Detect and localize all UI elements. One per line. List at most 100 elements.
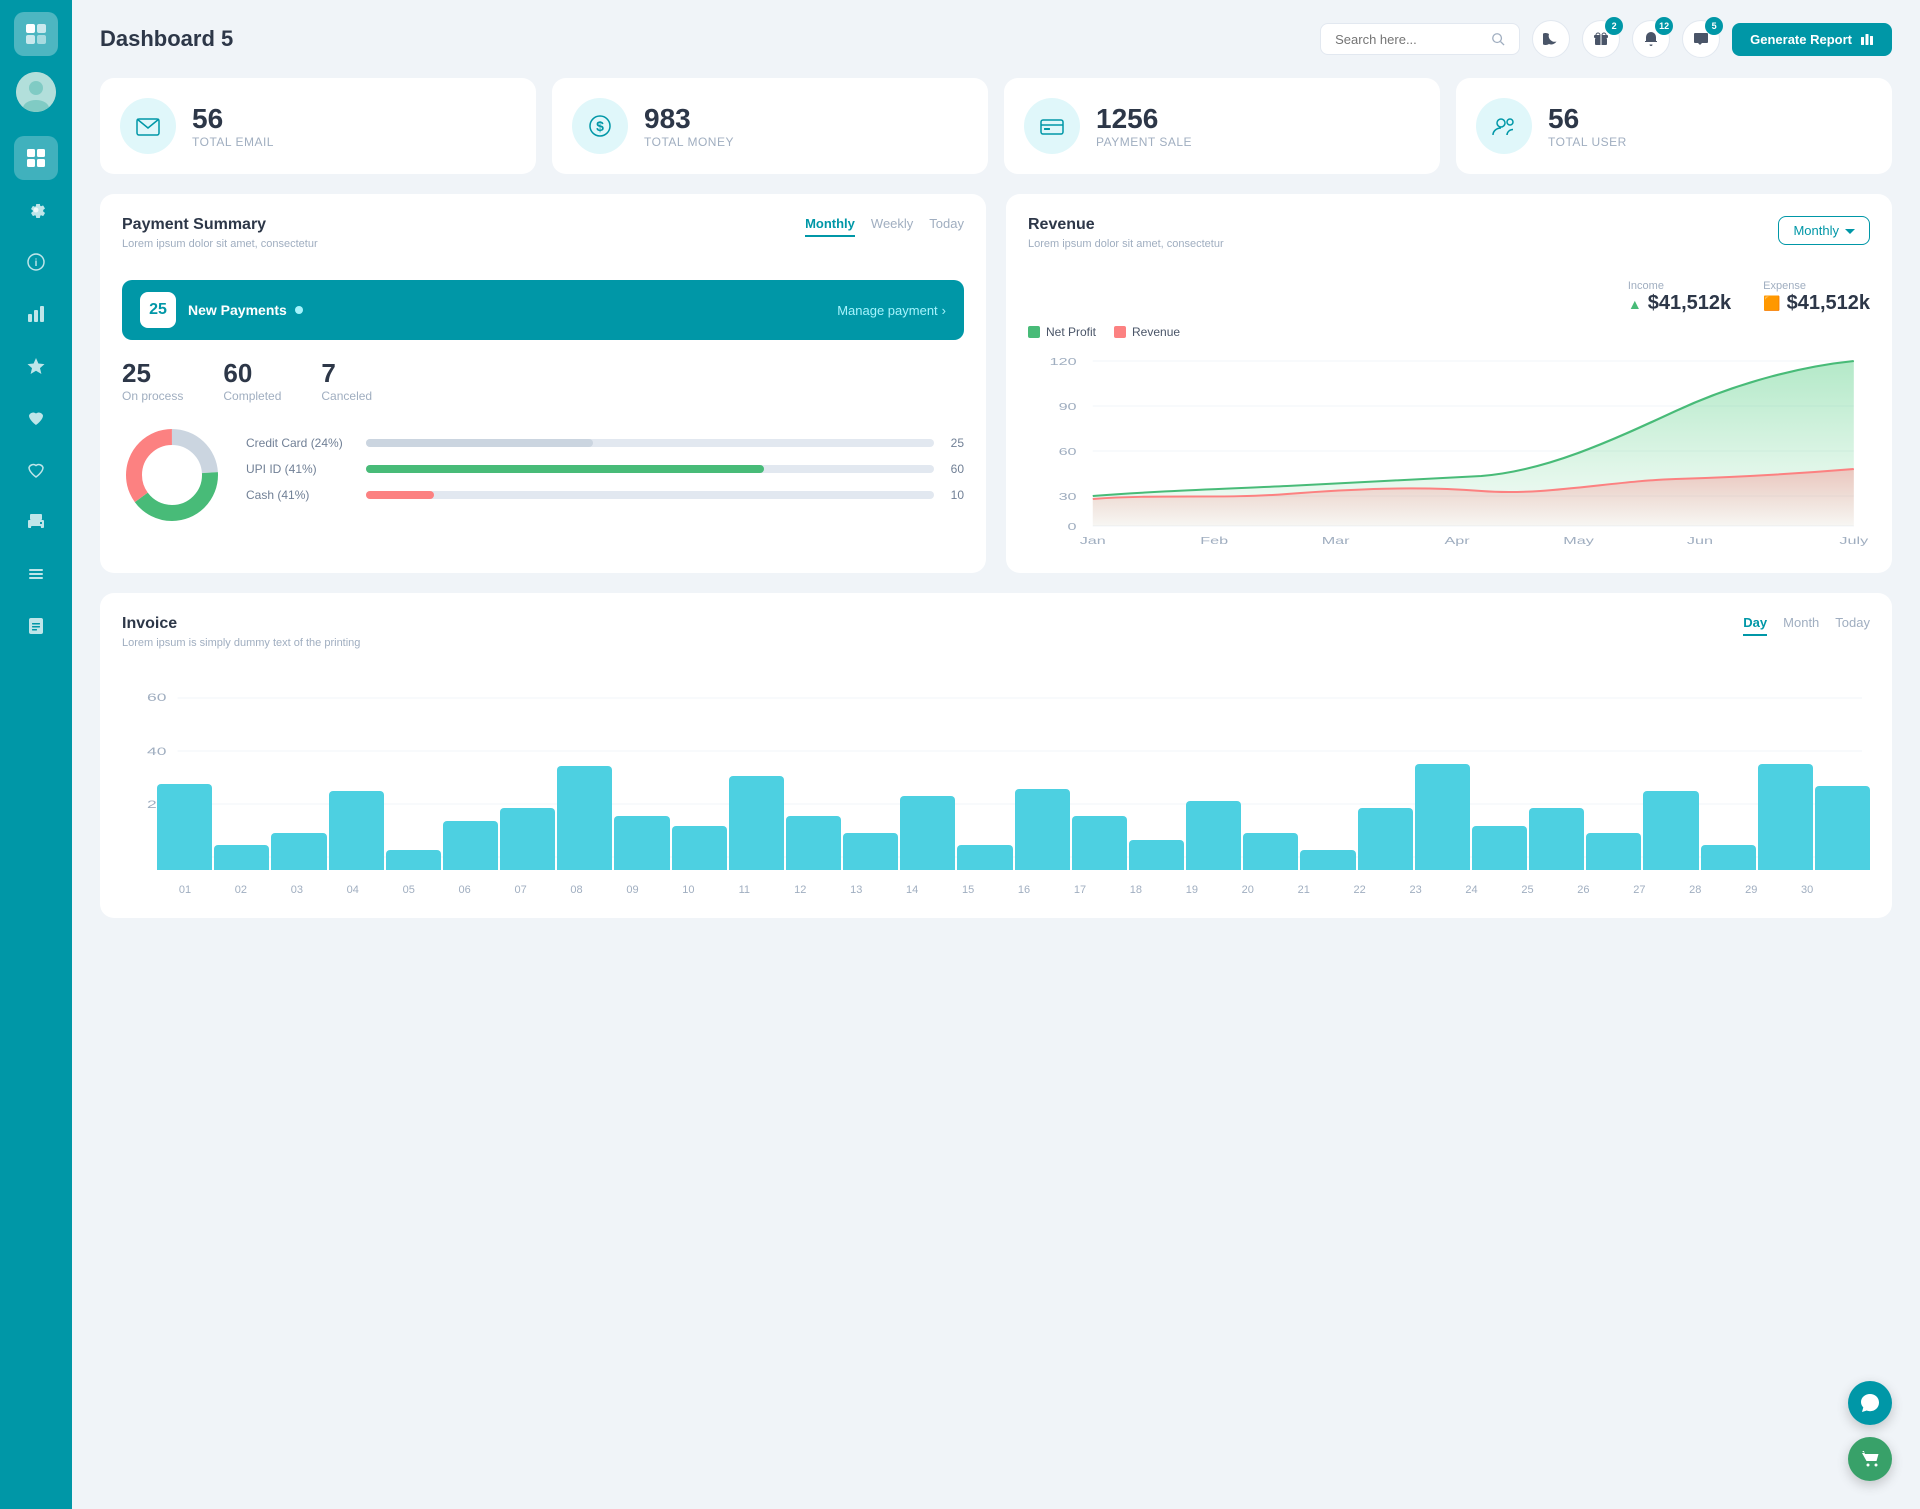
invoice-tab-day[interactable]: Day xyxy=(1743,615,1767,636)
tab-today[interactable]: Today xyxy=(929,216,964,237)
sidebar-item-analytics[interactable] xyxy=(14,292,58,336)
invoice-bar[interactable] xyxy=(1015,789,1070,870)
invoice-bar[interactable] xyxy=(1300,850,1355,870)
chat-badge: 5 xyxy=(1705,17,1723,35)
invoice-subtitle: Lorem ipsum is simply dummy text of the … xyxy=(122,637,360,649)
stat-payment-number: 1256 xyxy=(1096,103,1192,135)
bar-track-upi xyxy=(366,465,934,473)
payment-summary-panel: Payment Summary Lorem ipsum dolor sit am… xyxy=(100,194,986,573)
invoice-bar[interactable] xyxy=(1701,845,1756,870)
sidebar-item-heart2[interactable] xyxy=(14,448,58,492)
bell-button[interactable]: 12 xyxy=(1632,20,1670,58)
avatar[interactable] xyxy=(16,72,56,112)
invoice-bar[interactable] xyxy=(443,821,498,870)
invoice-tab-month[interactable]: Month xyxy=(1783,615,1819,636)
invoice-bar[interactable] xyxy=(500,808,555,870)
invoice-header: Invoice Lorem ipsum is simply dummy text… xyxy=(122,615,1870,665)
sidebar-item-settings[interactable] xyxy=(14,188,58,232)
invoice-bar[interactable] xyxy=(1358,808,1413,870)
sidebar-item-reports[interactable] xyxy=(14,604,58,648)
completed-label: Completed xyxy=(223,389,281,403)
invoice-panel: Invoice Lorem ipsum is simply dummy text… xyxy=(100,593,1892,918)
expense-icon: 🟧 xyxy=(1763,295,1780,312)
invoice-bar[interactable] xyxy=(1643,791,1698,870)
bar-val-upi: 60 xyxy=(944,462,964,476)
revenue-title: Revenue xyxy=(1028,216,1224,234)
bar-fill-upi xyxy=(366,465,764,473)
search-box[interactable] xyxy=(1320,23,1520,55)
invoice-bar[interactable] xyxy=(271,833,326,870)
sidebar-item-heart1[interactable] xyxy=(14,396,58,440)
revenue-header: Revenue Lorem ipsum dolor sit amet, cons… xyxy=(1028,216,1870,266)
payment-bars: Credit Card (24%) 25 UPI ID (41%) 60 xyxy=(246,436,964,514)
stat-cards: 56 TOTAL EMAIL $ 983 TOTAL MONEY xyxy=(100,78,1892,174)
stat-on-process: 25 On process xyxy=(122,358,183,403)
invoice-bar[interactable] xyxy=(1072,816,1127,870)
chat-fab[interactable] xyxy=(1848,1381,1892,1425)
sidebar-item-favorites[interactable] xyxy=(14,344,58,388)
expense-stat: Expense 🟧 $41,512k xyxy=(1763,280,1870,315)
search-input[interactable] xyxy=(1335,32,1483,47)
invoice-bar[interactable] xyxy=(1586,833,1641,870)
invoice-bar[interactable] xyxy=(1129,840,1184,870)
svg-text:i: i xyxy=(35,258,38,269)
tab-weekly[interactable]: Weekly xyxy=(871,216,913,237)
svg-text:Feb: Feb xyxy=(1200,535,1228,546)
sidebar-item-dashboard[interactable] xyxy=(14,136,58,180)
stat-email-info: 56 TOTAL EMAIL xyxy=(192,103,274,149)
invoice-bar[interactable] xyxy=(1186,801,1241,870)
sidebar-logo[interactable] xyxy=(14,12,58,56)
dark-mode-button[interactable] xyxy=(1532,20,1570,58)
income-stat: Income ▲ $41,512k xyxy=(1628,280,1731,315)
svg-text:July: July xyxy=(1839,535,1868,546)
invoice-bar[interactable] xyxy=(1415,764,1470,870)
svg-text:May: May xyxy=(1563,535,1594,546)
manage-payment-link[interactable]: Manage payment › xyxy=(837,303,946,318)
invoice-bar[interactable] xyxy=(900,796,955,870)
invoice-bar[interactable] xyxy=(386,850,441,870)
invoice-tab-today[interactable]: Today xyxy=(1835,615,1870,636)
cart-fab[interactable] xyxy=(1848,1437,1892,1481)
invoice-bar[interactable] xyxy=(672,826,727,870)
invoice-bar[interactable] xyxy=(1529,808,1584,870)
header-actions: 2 12 5 Generate Report xyxy=(1320,20,1892,58)
page-title: Dashboard 5 xyxy=(100,26,233,52)
invoice-bar[interactable] xyxy=(157,784,212,870)
stat-card-money: $ 983 TOTAL MONEY xyxy=(552,78,988,174)
fab-area xyxy=(1848,1381,1892,1481)
invoice-bar[interactable] xyxy=(786,816,841,870)
dot-indicator xyxy=(295,306,303,314)
invoice-bar[interactable] xyxy=(1815,786,1870,870)
revenue-titles: Revenue Lorem ipsum dolor sit amet, cons… xyxy=(1028,216,1224,266)
invoice-bar[interactable] xyxy=(614,816,669,870)
sidebar-item-print[interactable] xyxy=(14,500,58,544)
bar-row-cash: Cash (41%) 10 xyxy=(246,488,964,502)
invoice-bar[interactable] xyxy=(329,791,384,870)
invoice-bar[interactable] xyxy=(843,833,898,870)
sidebar-item-info[interactable]: i xyxy=(14,240,58,284)
stat-email-label: TOTAL EMAIL xyxy=(192,135,274,149)
svg-text:120: 120 xyxy=(1050,356,1077,367)
gift-button[interactable]: 2 xyxy=(1582,20,1620,58)
tab-monthly[interactable]: Monthly xyxy=(805,216,855,237)
net-profit-dot xyxy=(1028,326,1040,338)
invoice-bar[interactable] xyxy=(957,845,1012,870)
invoice-bar[interactable] xyxy=(557,766,612,870)
invoice-bar[interactable] xyxy=(1243,833,1298,870)
invoice-bar[interactable] xyxy=(1758,764,1813,870)
stat-money-info: 983 TOTAL MONEY xyxy=(644,103,734,149)
generate-report-button[interactable]: Generate Report xyxy=(1732,23,1892,56)
invoice-bar[interactable] xyxy=(214,845,269,870)
revenue-dot xyxy=(1114,326,1126,338)
invoice-bar[interactable] xyxy=(1472,826,1527,870)
chat-button[interactable]: 5 xyxy=(1682,20,1720,58)
invoice-bar[interactable] xyxy=(729,776,784,870)
sidebar-item-list[interactable] xyxy=(14,552,58,596)
bar-fill-cash xyxy=(366,491,434,499)
email-icon xyxy=(120,98,176,154)
bell-badge: 12 xyxy=(1655,17,1673,35)
search-icon xyxy=(1491,31,1505,47)
revenue-monthly-dropdown[interactable]: Monthly xyxy=(1778,216,1870,245)
stat-canceled: 7 Canceled xyxy=(321,358,372,403)
svg-text:30: 30 xyxy=(1059,491,1077,502)
